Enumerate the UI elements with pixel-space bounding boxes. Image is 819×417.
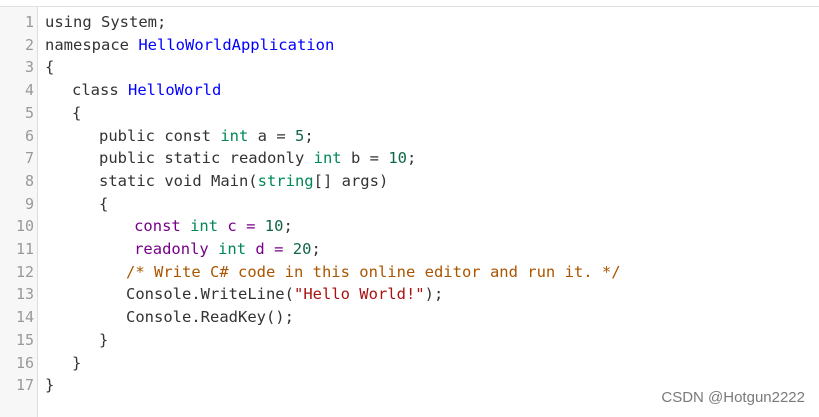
code-line[interactable]: 6 public const int a = 5; [0,125,819,148]
code-token: string [257,171,314,190]
code-token: public static readonly [99,149,314,168]
code-token: HelloWorldApplication [138,35,335,54]
line-number: 4 [24,81,34,100]
code-text[interactable]: { [99,193,108,216]
code-token: Console.WriteLine( [126,285,294,304]
code-token: 10 [388,149,407,168]
code-token: { [99,194,109,213]
code-text[interactable]: public const int a = 5; [99,125,314,148]
code-token: ; [304,126,314,145]
line-number: 17 [15,376,34,395]
code-token: { [45,58,55,77]
code-text[interactable]: Console.ReadKey(); [126,306,294,329]
code-text[interactable]: namespace HelloWorldApplication [45,34,334,57]
code-text[interactable]: const int c = 10; [134,215,293,238]
code-token: ; [406,149,417,168]
code-text[interactable]: } [99,329,108,352]
line-number: 10 [15,217,34,236]
code-line[interactable]: 14 Console.ReadKey(); [0,306,819,329]
code-token: } [72,353,82,372]
code-line[interactable]: 9{ [0,193,819,216]
code-line[interactable]: 16} [0,352,819,375]
line-number: 5 [24,103,34,122]
code-token: ; [283,217,293,236]
line-number: 3 [24,58,34,77]
code-token: int [220,126,249,145]
code-token: const [134,217,191,236]
code-token: System; [91,13,167,31]
code-text[interactable]: } [45,374,54,397]
code-text[interactable]: { [45,56,54,79]
code-editor[interactable]: 1 using System; 2 namespace HelloWorldAppli… [0,6,819,417]
code-token: using [45,13,92,31]
code-text[interactable]: static void Main(string[] args) [99,170,388,193]
line-number: 8 [24,171,34,190]
watermark: CSDN @Hotgun2222 [661,389,805,406]
code-token: int [218,240,247,258]
code-token: { [72,103,82,122]
code-line[interactable]: 4 class HelloWorld [0,79,819,102]
code-token: "Hello World!" [293,285,425,304]
code-line[interactable]: 1 using System; [0,11,819,34]
code-text[interactable]: using System; [45,11,166,34]
line-number: 9 [24,194,34,213]
code-token: int [313,149,342,168]
code-token: ; [311,240,321,258]
code-text[interactable]: readonly int d = 20; [134,238,321,261]
code-token: } [99,330,109,349]
line-number: 13 [15,285,34,304]
line-number: 11 [15,240,34,258]
code-line[interactable]: 13 Console.WriteLine("Hello World!"); [0,283,819,306]
code-text[interactable]: /* Write C# code in this online editor a… [126,261,621,284]
line-number: 7 [24,149,34,168]
code-token: } [45,376,55,395]
code-line[interactable]: 11 readonly int d = 20; [0,238,819,261]
code-line[interactable]: 15} [0,329,819,352]
code-line[interactable]: 3{ [0,56,819,79]
code-token: ); [424,285,444,304]
line-number: 6 [24,126,34,145]
code-token: 20 [292,240,312,258]
code-token: int [190,217,219,236]
code-line[interactable]: 7 public static readonly int b = 10; [0,147,819,170]
code-token: HelloWorld [128,81,222,100]
code-token: a = [248,126,295,145]
code-token: /* Write C# code in this online editor a… [126,262,621,281]
line-number: 12 [15,262,34,281]
line-number: 16 [15,353,34,372]
code-token: b = [341,149,389,168]
code-token: readonly [134,240,219,258]
code-text[interactable]: Console.WriteLine("Hello World!"); [126,283,443,306]
code-token: [] args) [313,171,389,190]
code-token: c = [218,217,265,236]
code-text[interactable]: { [72,102,81,125]
code-token: namespace [45,35,139,54]
code-line[interactable]: 2 namespace HelloWorldApplication [0,34,819,57]
code-line[interactable]: 10 const int c = 10; [0,215,819,238]
code-token: 5 [295,126,305,145]
line-number: 14 [15,308,34,327]
code-text[interactable]: } [72,352,81,375]
code-text[interactable]: class HelloWorld [72,79,221,102]
code-token: public const [99,126,221,145]
line-number: 1 [24,13,34,31]
code-text[interactable]: public static readonly int b = 10; [99,147,416,170]
code-line[interactable]: 5{ [0,102,819,125]
code-token: static void Main( [99,171,258,190]
line-number: 2 [24,35,34,54]
code-token: class [72,81,128,100]
code-line[interactable]: 12 /* Write C# code in this online editor… [0,261,819,284]
code-token: Console.ReadKey(); [126,308,294,327]
line-number: 15 [15,330,34,349]
code-token: 10 [264,217,284,236]
code-line[interactable]: 8 static void Main(string[] args) [0,170,819,193]
code-token: d = [246,240,293,258]
